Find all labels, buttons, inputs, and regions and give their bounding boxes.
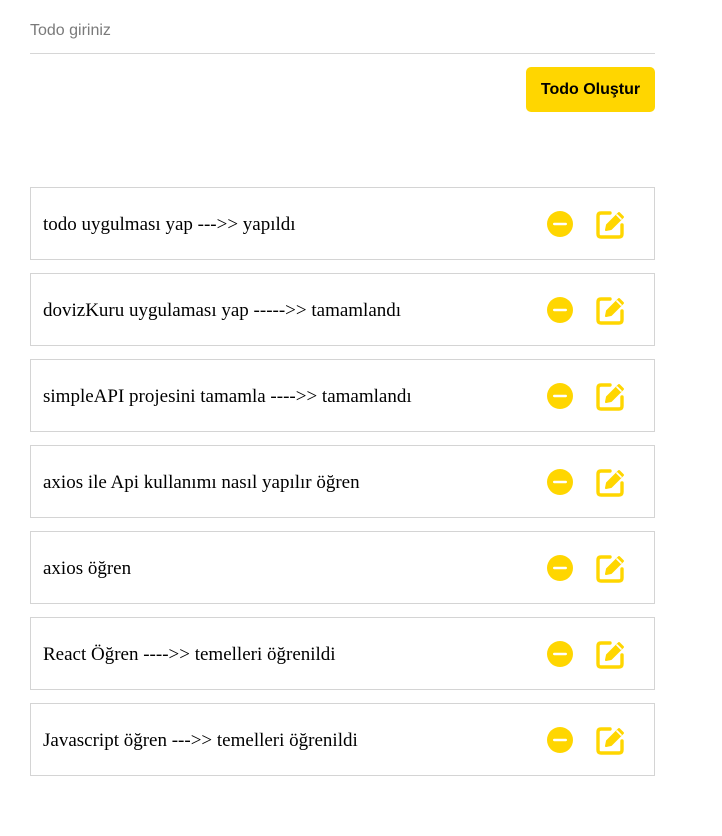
create-todo-button[interactable]: Todo Oluştur: [526, 67, 655, 112]
todo-item: React Öğren ---->> temelleri öğrenildi: [30, 617, 655, 690]
todo-input-wrapper: [30, 14, 655, 54]
todo-text: dovizKuru uygulaması yap ----->> tamamla…: [43, 299, 402, 321]
edit-square-icon: [596, 554, 624, 583]
todo-text: Javascript öğren --->> temelleri öğrenil…: [43, 729, 358, 751]
todo-text: axios ile Api kullanımı nasıl yapılır öğ…: [43, 471, 360, 493]
remove-todo-button[interactable]: [546, 640, 574, 668]
remove-todo-button[interactable]: [546, 296, 574, 324]
edit-todo-button[interactable]: [594, 637, 628, 671]
todo-text: axios öğren: [43, 557, 132, 579]
edit-todo-button[interactable]: [594, 207, 628, 241]
minus-circle-icon: [547, 296, 573, 323]
todo-item: simpleAPI projesini tamamla ---->> tamam…: [30, 359, 655, 432]
minus-circle-icon: [547, 382, 573, 409]
todo-text: simpleAPI projesini tamamla ---->> tamam…: [43, 385, 412, 407]
edit-square-icon: [596, 468, 624, 497]
remove-todo-button[interactable]: [546, 468, 574, 496]
minus-circle-icon: [547, 468, 573, 495]
remove-todo-button[interactable]: [546, 210, 574, 238]
edit-square-icon: [596, 726, 624, 755]
todo-item: axios öğren: [30, 531, 655, 604]
edit-square-icon: [596, 210, 624, 239]
minus-circle-icon: [547, 726, 573, 753]
todo-text: todo uygulması yap --->> yapıldı: [43, 213, 296, 235]
remove-todo-button[interactable]: [546, 382, 574, 410]
todo-input[interactable]: [30, 14, 655, 48]
edit-todo-button[interactable]: [594, 551, 628, 585]
todo-item: Javascript öğren --->> temelleri öğrenil…: [30, 703, 655, 776]
minus-circle-icon: [547, 640, 573, 667]
todo-list: todo uygulması yap --->> yapıldı dovizKu…: [30, 187, 655, 789]
edit-todo-button[interactable]: [594, 723, 628, 757]
edit-todo-button[interactable]: [594, 465, 628, 499]
todo-actions: [546, 360, 628, 431]
todo-actions: [546, 532, 628, 603]
todo-actions: [546, 704, 628, 775]
todo-actions: [546, 618, 628, 689]
edit-todo-button[interactable]: [594, 379, 628, 413]
edit-square-icon: [596, 296, 624, 325]
todo-text: React Öğren ---->> temelleri öğrenildi: [43, 643, 336, 665]
todo-item: dovizKuru uygulaması yap ----->> tamamla…: [30, 273, 655, 346]
todo-item: axios ile Api kullanımı nasıl yapılır öğ…: [30, 445, 655, 518]
todo-item: todo uygulması yap --->> yapıldı: [30, 187, 655, 260]
minus-circle-icon: [547, 210, 573, 237]
edit-square-icon: [596, 640, 624, 669]
todo-actions: [546, 188, 628, 259]
minus-circle-icon: [547, 554, 573, 581]
remove-todo-button[interactable]: [546, 726, 574, 754]
remove-todo-button[interactable]: [546, 554, 574, 582]
edit-square-icon: [596, 382, 624, 411]
todo-actions: [546, 274, 628, 345]
edit-todo-button[interactable]: [594, 293, 628, 327]
todo-actions: [546, 446, 628, 517]
